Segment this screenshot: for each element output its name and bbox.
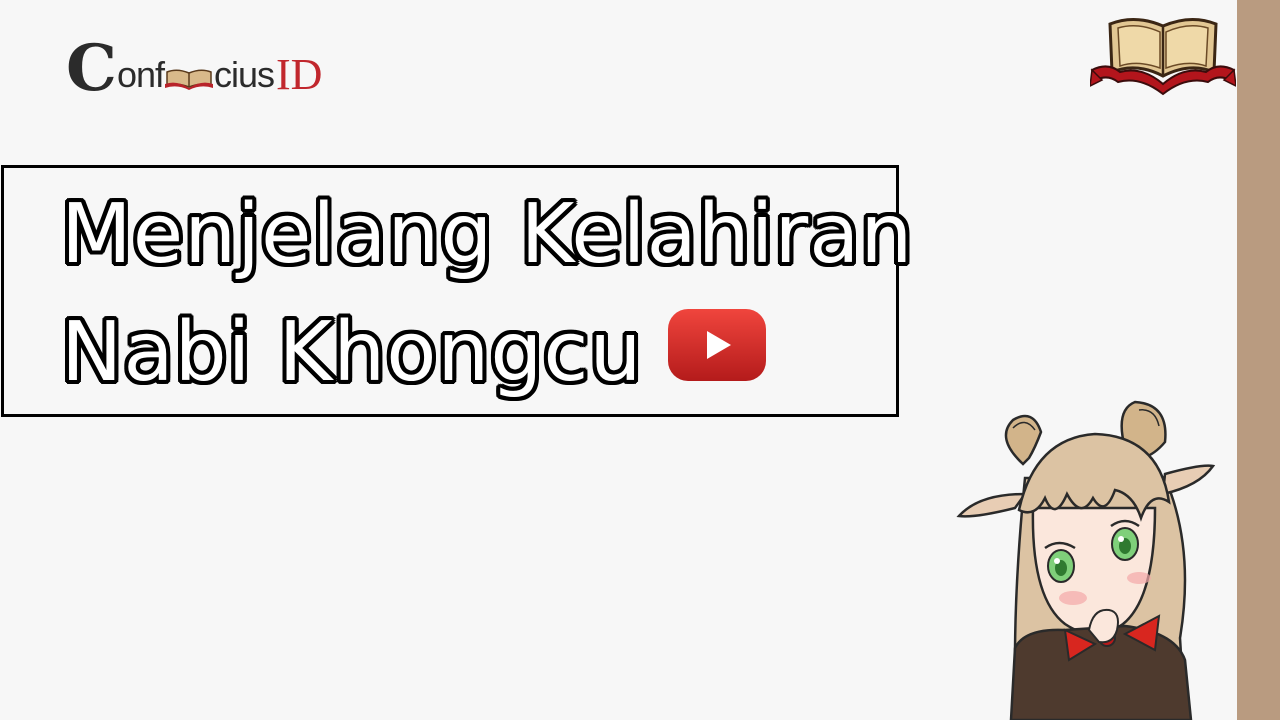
thumbnail-canvas: C onf cius ID Menjelang Kelahiran Nabi K… (0, 0, 1280, 720)
logo-text-end: cius (213, 54, 275, 95)
logo-text-start: onf (116, 54, 165, 95)
title-line-2: Nabi Khongcu (61, 305, 643, 400)
title-line-1: Menjelang Kelahiran (61, 187, 914, 282)
anime-character-illustration (956, 400, 1216, 720)
right-wood-strip (1237, 0, 1280, 720)
youtube-play-icon[interactable] (666, 307, 768, 383)
logo-book-icon (164, 69, 213, 90)
open-book-icon (1090, 18, 1236, 96)
logo-initial: C (66, 31, 117, 106)
logo-id: ID (276, 50, 323, 99)
title-box: Menjelang Kelahiran Nabi Khongcu (1, 165, 912, 417)
confuciusid-logo: C onf cius ID (66, 30, 323, 106)
